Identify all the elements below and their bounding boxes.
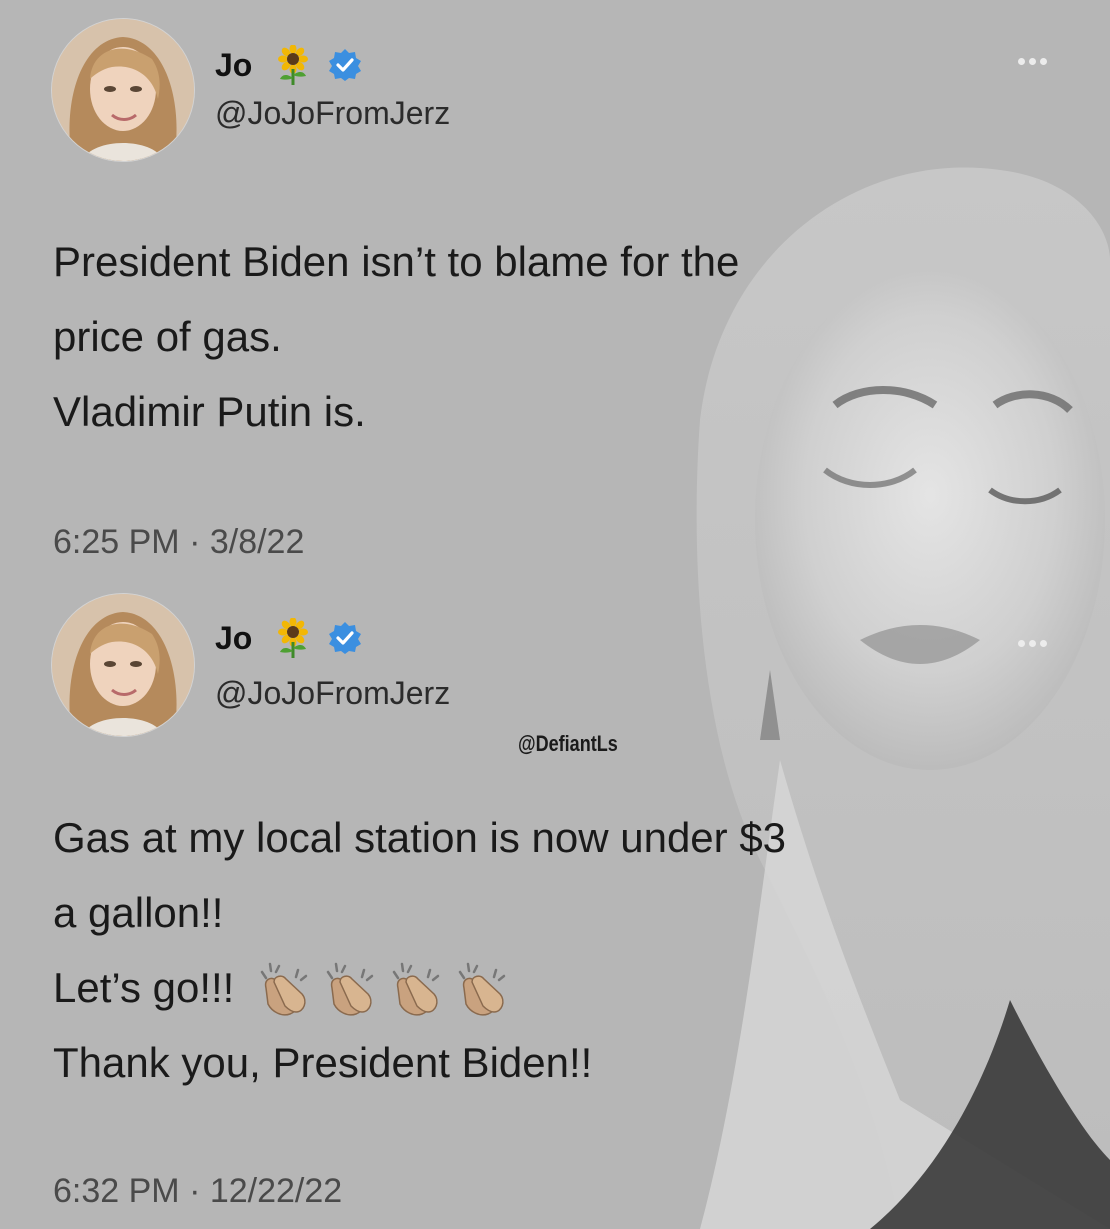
tweet-text: Gas at my local station is now under $3 … — [53, 800, 786, 1100]
verified-badge-icon — [329, 622, 362, 654]
tweet-text-line: Let’s go!!! — [53, 964, 235, 1011]
tweet-text-line: a gallon!! — [53, 889, 224, 936]
avatar[interactable] — [52, 19, 194, 161]
avatar[interactable] — [52, 594, 194, 736]
verified-badge-icon — [329, 49, 362, 81]
clapping-hands-icon — [261, 962, 308, 1016]
clapping-hands-icon — [327, 962, 374, 1016]
name-row: Jo — [215, 42, 362, 88]
tweet-text-line: Thank you, President Biden!! — [53, 1039, 593, 1086]
handle[interactable]: @JoJoFromJerz — [215, 95, 450, 132]
timestamp[interactable]: 6:32 PM · 12/22/22 — [53, 1172, 342, 1211]
tweet-text-line: price of gas. — [53, 313, 282, 360]
clapping-hands-icon — [393, 962, 440, 1016]
tweet-text: President Biden isn’t to blame for the p… — [53, 224, 739, 449]
tweet-text-line-with-emoji: Let’s go!!! — [53, 950, 786, 1025]
watermark: @DefiantLs — [518, 731, 618, 756]
tweet-text-line: President Biden isn’t to blame for the — [53, 238, 740, 285]
sunflower-icon — [278, 45, 309, 85]
name-row: Jo — [215, 615, 362, 661]
display-name[interactable]: Jo — [215, 47, 252, 84]
more-options-icon[interactable] — [1018, 55, 1060, 67]
tweet-text-line: Gas at my local station is now under $3 — [53, 814, 787, 861]
tweet-text-line: Vladimir Putin is. — [53, 388, 366, 435]
clapping-hands-icon — [459, 962, 506, 1016]
display-name[interactable]: Jo — [215, 620, 252, 657]
clap-emoji-group — [252, 958, 510, 1018]
sunflower-icon — [278, 618, 309, 658]
timestamp[interactable]: 6:25 PM · 3/8/22 — [53, 523, 304, 562]
meme-canvas: Jo @JoJoFromJerz President Biden isn’t t… — [0, 0, 1110, 1229]
more-options-icon[interactable] — [1018, 637, 1060, 649]
handle[interactable]: @JoJoFromJerz — [215, 675, 450, 712]
